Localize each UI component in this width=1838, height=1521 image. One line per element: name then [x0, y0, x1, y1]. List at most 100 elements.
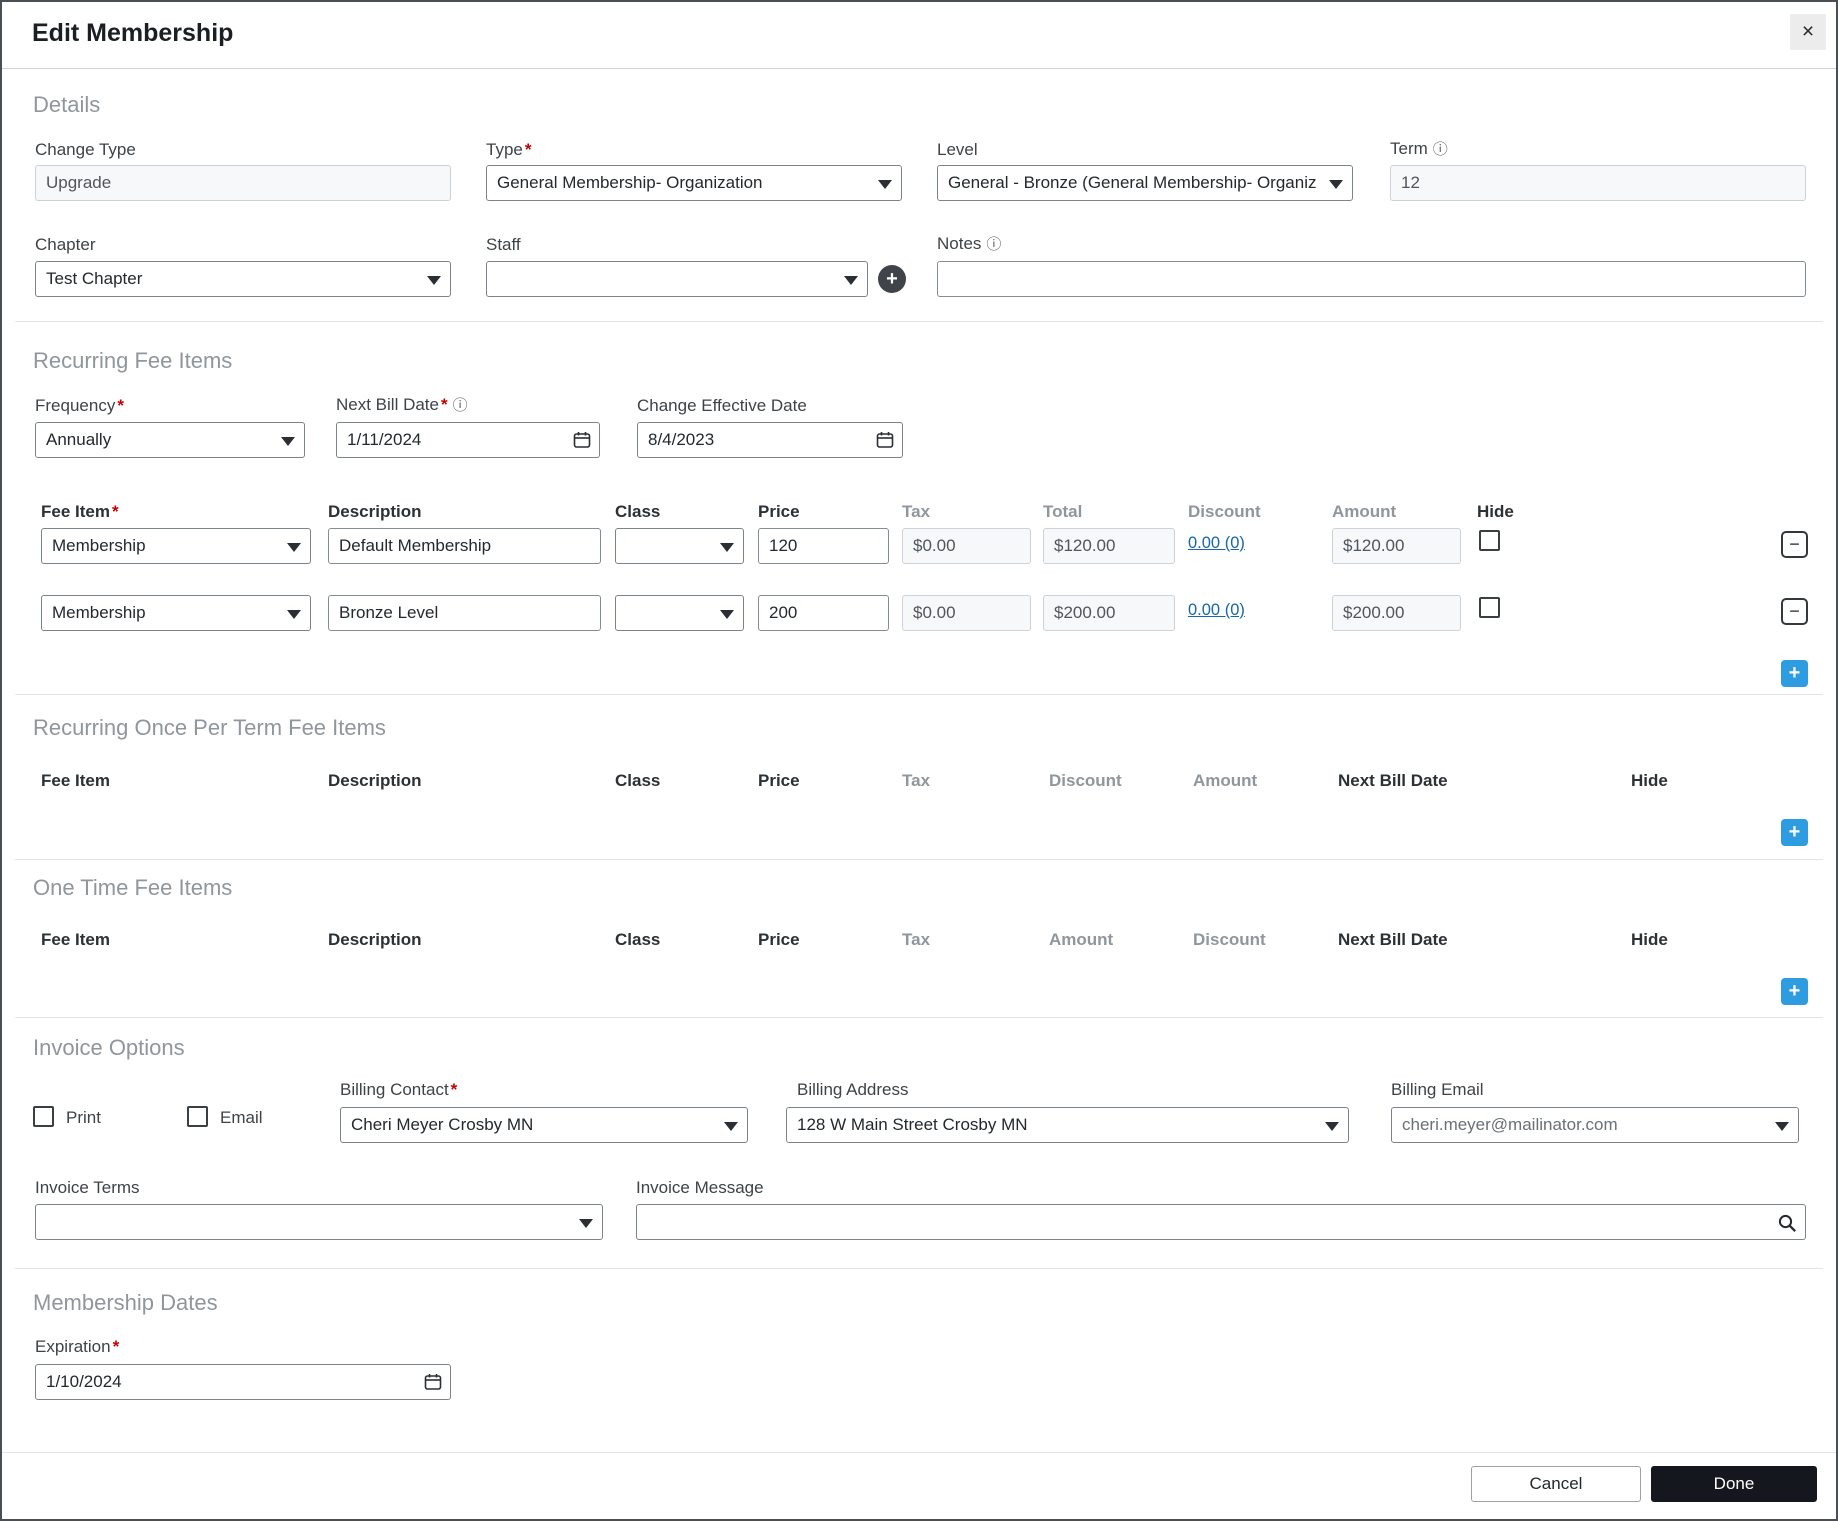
- next-bill-date-label: Next Bill Date * ⓘ: [336, 395, 468, 414]
- class-select[interactable]: [615, 595, 744, 631]
- col-total: Total: [1043, 502, 1083, 521]
- change-type-label: Change Type: [35, 140, 136, 159]
- term-label: Term ⓘ: [1390, 139, 1448, 158]
- recurring-fee-items-heading: Recurring Fee Items: [33, 348, 233, 373]
- col-description: Description: [328, 502, 422, 521]
- level-select[interactable]: General - Bronze (General Membership- Or…: [937, 165, 1353, 201]
- col-hide: Hide: [1631, 771, 1668, 790]
- section-divider: [15, 1017, 1823, 1018]
- chapter-select[interactable]: Test Chapter: [35, 261, 451, 297]
- done-button[interactable]: Done: [1651, 1466, 1817, 1502]
- billing-contact-select[interactable]: Cheri Meyer Crosby MN: [340, 1107, 748, 1143]
- details-heading: Details: [33, 92, 101, 117]
- col-price: Price: [758, 930, 800, 949]
- description-input[interactable]: [328, 595, 601, 631]
- hide-checkbox[interactable]: [1479, 597, 1500, 618]
- billing-contact-label: Billing Contact *: [340, 1080, 458, 1099]
- billing-address-select[interactable]: 128 W Main Street Crosby MN: [786, 1107, 1349, 1143]
- frequency-select[interactable]: Annually: [35, 422, 305, 458]
- invoice-message-field: [636, 1204, 1806, 1240]
- info-icon: ⓘ: [986, 236, 1002, 253]
- remove-row-button[interactable]: −: [1781, 531, 1808, 558]
- fee-item-select[interactable]: Membership: [41, 528, 311, 564]
- required-marker: *: [111, 502, 119, 521]
- description-input[interactable]: [328, 528, 601, 564]
- col-next-bill-date: Next Bill Date: [1338, 771, 1448, 790]
- close-button[interactable]: ×: [1790, 14, 1826, 50]
- col-tax: Tax: [902, 502, 931, 521]
- one-time-heading: One Time Fee Items: [33, 875, 233, 900]
- required-marker: *: [117, 396, 124, 415]
- discount-link[interactable]: 0.00 (0): [1188, 534, 1245, 553]
- chevron-down-icon: [281, 437, 295, 446]
- change-effective-date-field: [637, 422, 903, 458]
- chevron-down-icon: [844, 276, 858, 285]
- required-marker: *: [524, 140, 532, 159]
- expiration-field: [35, 1364, 451, 1400]
- notes-label: Notes ⓘ: [937, 234, 1002, 253]
- add-one-time-fee-item-button[interactable]: +: [1781, 978, 1808, 1005]
- col-hide: Hide: [1477, 502, 1514, 521]
- staff-select[interactable]: [486, 261, 868, 297]
- level-label: Level: [937, 140, 978, 159]
- col-discount: Discount: [1188, 502, 1261, 521]
- price-input[interactable]: [758, 595, 889, 631]
- minus-icon: −: [1789, 534, 1800, 554]
- invoice-terms-label: Invoice Terms: [35, 1178, 140, 1197]
- chevron-down-icon: [427, 276, 441, 285]
- col-next-bill-date: Next Bill Date: [1338, 930, 1448, 949]
- section-divider: [15, 1268, 1823, 1269]
- notes-input[interactable]: [937, 261, 1806, 297]
- section-divider: [15, 694, 1823, 695]
- col-fee-item: Fee Item: [41, 771, 110, 790]
- chevron-down-icon: [1325, 1122, 1339, 1131]
- next-bill-date-input[interactable]: [336, 422, 600, 458]
- print-checkbox[interactable]: [33, 1106, 54, 1127]
- col-fee-item: Fee Item: [41, 930, 110, 949]
- frequency-label: Frequency *: [35, 396, 124, 415]
- email-label: Email: [220, 1108, 263, 1127]
- required-marker: *: [440, 395, 448, 414]
- col-class: Class: [615, 930, 661, 949]
- invoice-message-input[interactable]: [636, 1204, 1806, 1240]
- chevron-down-icon: [287, 610, 301, 619]
- chapter-label: Chapter: [35, 235, 96, 254]
- chevron-down-icon: [878, 180, 892, 189]
- billing-email-label: Billing Email: [1391, 1080, 1484, 1099]
- header-divider: [2, 68, 1836, 69]
- add-recurring-fee-item-button[interactable]: +: [1781, 660, 1808, 687]
- chevron-down-icon: [1329, 180, 1343, 189]
- remove-row-button[interactable]: −: [1781, 598, 1808, 625]
- email-checkbox[interactable]: [187, 1106, 208, 1127]
- change-effective-date-input[interactable]: [637, 422, 903, 458]
- change-effective-date-label: Change Effective Date: [637, 396, 807, 415]
- discount-link[interactable]: 0.00 (0): [1188, 601, 1245, 620]
- plus-icon: +: [1788, 662, 1801, 684]
- term-input[interactable]: [1390, 165, 1806, 201]
- expiration-input[interactable]: [35, 1364, 451, 1400]
- hide-checkbox[interactable]: [1479, 530, 1500, 551]
- invoice-message-label: Invoice Message: [636, 1178, 764, 1197]
- info-icon: ⓘ: [452, 397, 468, 414]
- type-select[interactable]: General Membership- Organization: [486, 165, 902, 201]
- invoice-terms-select[interactable]: [35, 1204, 603, 1240]
- col-price: Price: [758, 502, 800, 521]
- price-input[interactable]: [758, 528, 889, 564]
- fee-item-select[interactable]: Membership: [41, 595, 311, 631]
- expiration-label: Expiration *: [35, 1337, 120, 1356]
- col-price: Price: [758, 771, 800, 790]
- cancel-button[interactable]: Cancel: [1471, 1466, 1641, 1502]
- col-tax: Tax: [902, 771, 931, 790]
- col-description: Description: [328, 771, 422, 790]
- billing-email-select[interactable]: cheri.meyer@mailinator.com: [1391, 1107, 1799, 1143]
- add-once-per-term-fee-item-button[interactable]: +: [1781, 819, 1808, 846]
- amount-input: [1332, 595, 1461, 631]
- plus-icon: +: [1788, 821, 1801, 843]
- chevron-down-icon: [720, 543, 734, 552]
- next-bill-date-field: [336, 422, 600, 458]
- required-marker: *: [450, 1080, 458, 1099]
- add-staff-button[interactable]: +: [878, 265, 906, 293]
- change-type-input[interactable]: [35, 165, 451, 201]
- col-discount: Discount: [1049, 771, 1122, 790]
- class-select[interactable]: [615, 528, 744, 564]
